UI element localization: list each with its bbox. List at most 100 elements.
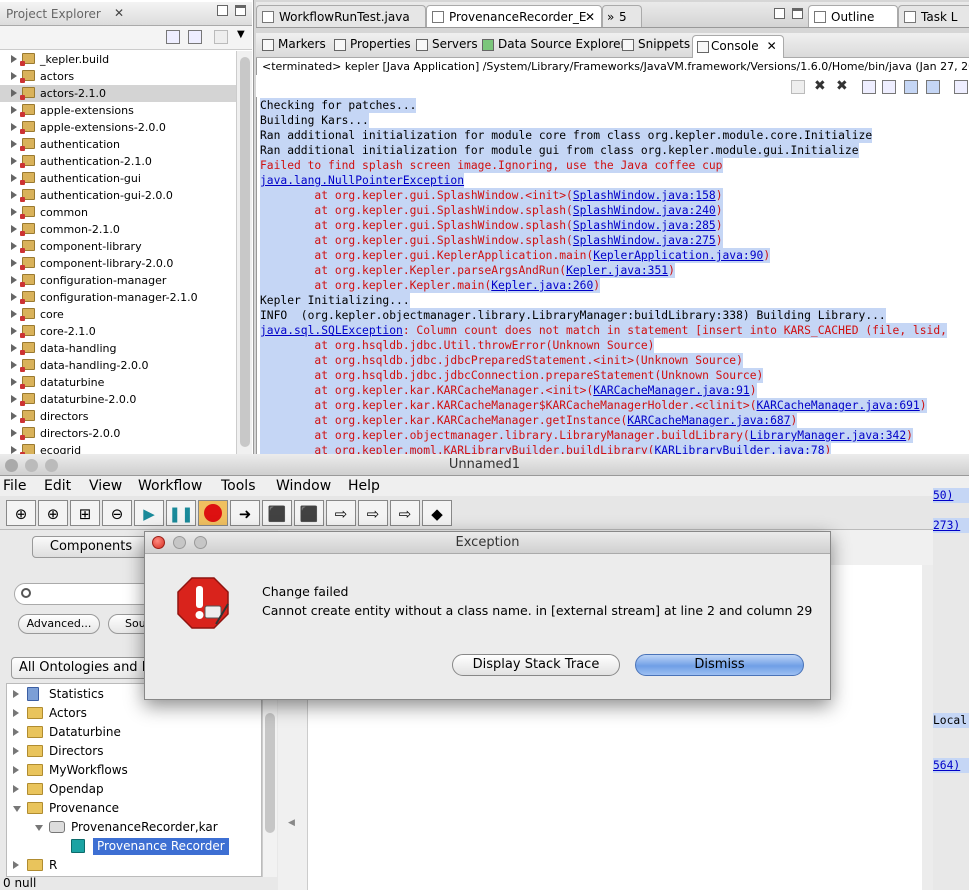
chevron-down-icon[interactable] <box>13 806 21 812</box>
clear-console-icon[interactable] <box>862 80 876 94</box>
chevron-right-icon[interactable] <box>11 208 17 216</box>
remove-launch-icon[interactable]: ✖ <box>814 78 826 94</box>
scroll-lock-icon[interactable] <box>882 80 896 94</box>
port-icon[interactable]: ➜ <box>230 500 260 526</box>
chevron-right-icon[interactable] <box>11 259 17 267</box>
chevron-right-icon[interactable] <box>11 174 17 182</box>
io-multiport-icon[interactable]: ⇨ <box>390 500 420 526</box>
console-link[interactable]: KeplerApplication.java:90 <box>593 249 763 262</box>
canvas-scrollbar[interactable] <box>922 565 933 890</box>
console-link[interactable]: java.sql.SQLException <box>260 324 403 337</box>
relation-icon[interactable]: ◆ <box>422 500 452 526</box>
chevron-right-icon[interactable] <box>13 785 19 793</box>
console-link[interactable]: SplashWindow.java:285 <box>573 219 716 232</box>
library-item[interactable]: MyWorkflows <box>7 761 261 780</box>
project-tree-item[interactable]: component-library <box>0 238 236 255</box>
project-tree-item[interactable]: directors <box>0 408 236 425</box>
chevron-right-icon[interactable] <box>11 140 17 148</box>
chevron-right-icon[interactable] <box>13 690 19 698</box>
library-item[interactable]: Provenance <box>7 799 261 818</box>
chevron-right-icon[interactable] <box>11 106 17 114</box>
chevron-right-icon[interactable] <box>11 89 17 97</box>
dialog-minimize-button[interactable] <box>173 536 186 549</box>
chevron-right-icon[interactable] <box>11 412 17 420</box>
menu-help[interactable]: Help <box>348 478 380 494</box>
window-zoom-button[interactable] <box>45 459 58 472</box>
project-tree-item[interactable]: common-2.1.0 <box>0 221 236 238</box>
project-tree-item[interactable]: core <box>0 306 236 323</box>
run-icon[interactable]: ▶ <box>134 500 164 526</box>
component-search-input[interactable] <box>14 583 154 605</box>
console-link[interactable]: Kepler.java:351 <box>566 264 668 277</box>
project-tree-item[interactable]: directors-2.0.0 <box>0 425 236 442</box>
chevron-down-icon[interactable] <box>35 825 43 831</box>
library-item[interactable]: ProvenanceRecorder,kar <box>7 818 261 837</box>
project-tree-item[interactable]: common <box>0 204 236 221</box>
project-tree-item[interactable]: apple-extensions-2.0.0 <box>0 119 236 136</box>
tab-more-editors[interactable]: » 5 <box>602 5 642 27</box>
library-item[interactable]: R <box>7 856 261 875</box>
chevron-right-icon[interactable] <box>11 378 17 386</box>
menu-window[interactable]: Window <box>276 478 331 494</box>
project-tree-item[interactable]: data-handling-2.0.0 <box>0 357 236 374</box>
stop-icon[interactable] <box>198 500 228 526</box>
project-tree-item[interactable]: authentication-gui <box>0 170 236 187</box>
display-stack-trace-button[interactable]: Display Stack Trace <box>452 654 620 676</box>
chevron-right-icon[interactable] <box>11 395 17 403</box>
tab-console[interactable]: Console ✕ <box>692 35 784 58</box>
console-link[interactable]: KARCacheManager.java:691 <box>757 399 920 412</box>
zoom-out-icon[interactable]: ⊖ <box>102 500 132 526</box>
console-link[interactable]: LibraryManager.java:342 <box>750 429 906 442</box>
dialog-zoom-button[interactable] <box>194 536 207 549</box>
console-link[interactable]: java.lang.NullPointerException <box>260 174 464 187</box>
console-output[interactable]: Checking for patches... Building Kars... R… <box>260 98 969 455</box>
chevron-down-icon[interactable]: ▼ <box>237 29 245 40</box>
remove-all-icon[interactable]: ✖ <box>836 78 848 94</box>
ontology-select[interactable]: All Ontologies and F <box>11 657 156 679</box>
chevron-right-icon[interactable] <box>11 123 17 131</box>
maximize-icon[interactable] <box>235 5 246 16</box>
project-tree-item[interactable]: apple-extensions <box>0 102 236 119</box>
console-link[interactable]: KARCacheManager.java:91 <box>593 384 749 397</box>
chevron-right-icon[interactable] <box>11 293 17 301</box>
console-link[interactable]: Kepler.java:260 <box>491 279 593 292</box>
chevron-right-icon[interactable] <box>13 728 19 736</box>
chevron-right-icon[interactable] <box>11 72 17 80</box>
tab-properties[interactable]: Properties <box>332 37 411 57</box>
tab-servers[interactable]: Servers <box>414 37 478 57</box>
chevron-right-icon[interactable] <box>11 157 17 165</box>
chevron-right-icon[interactable] <box>11 429 17 437</box>
tab-snippets[interactable]: Snippets <box>620 37 690 57</box>
close-icon[interactable]: ✕ <box>585 10 595 24</box>
zoom-in-icon[interactable]: ⊕ <box>6 500 36 526</box>
chevron-right-icon[interactable] <box>11 446 17 454</box>
project-tree-item[interactable]: dataturbine-2.0.0 <box>0 391 236 408</box>
project-tree-item[interactable]: core-2.1.0 <box>0 323 236 340</box>
project-tree-item[interactable]: component-library-2.0.0 <box>0 255 236 272</box>
menu-edit[interactable]: Edit <box>44 478 71 494</box>
tab-markers[interactable]: Markers <box>260 37 326 57</box>
library-item[interactable]: Directors <box>7 742 261 761</box>
chevron-right-icon[interactable] <box>11 276 17 284</box>
menu-workflow[interactable]: Workflow <box>138 478 202 494</box>
chevron-right-icon[interactable] <box>13 747 19 755</box>
window-minimize-button[interactable] <box>25 459 38 472</box>
terminate-icon[interactable] <box>791 80 805 94</box>
project-tree-item[interactable]: dataturbine <box>0 374 236 391</box>
project-tree-item[interactable]: authentication-gui-2.0.0 <box>0 187 236 204</box>
chevron-right-icon[interactable] <box>11 225 17 233</box>
library-item[interactable]: Provenance Recorder <box>7 837 261 856</box>
tab-outline[interactable]: Outline <box>808 5 898 27</box>
close-icon[interactable]: ✕ <box>114 6 124 20</box>
console-link[interactable]: KARCacheManager.java:687 <box>627 414 790 427</box>
tab-provenance-recorder[interactable]: ProvenanceRecorder_E ✕ <box>426 5 602 27</box>
console-link[interactable]: SplashWindow.java:240 <box>573 204 716 217</box>
chevron-right-icon[interactable] <box>13 861 19 869</box>
project-tree-item[interactable]: _kepler.build <box>0 51 236 68</box>
link-editor-icon[interactable] <box>188 30 202 44</box>
project-tree-item[interactable]: actors <box>0 68 236 85</box>
output-multiport-icon[interactable]: ⇨ <box>358 500 388 526</box>
tab-task-list[interactable]: Task L <box>898 5 969 27</box>
chevron-right-icon[interactable] <box>11 344 17 352</box>
view-menu-icon[interactable] <box>214 30 228 44</box>
